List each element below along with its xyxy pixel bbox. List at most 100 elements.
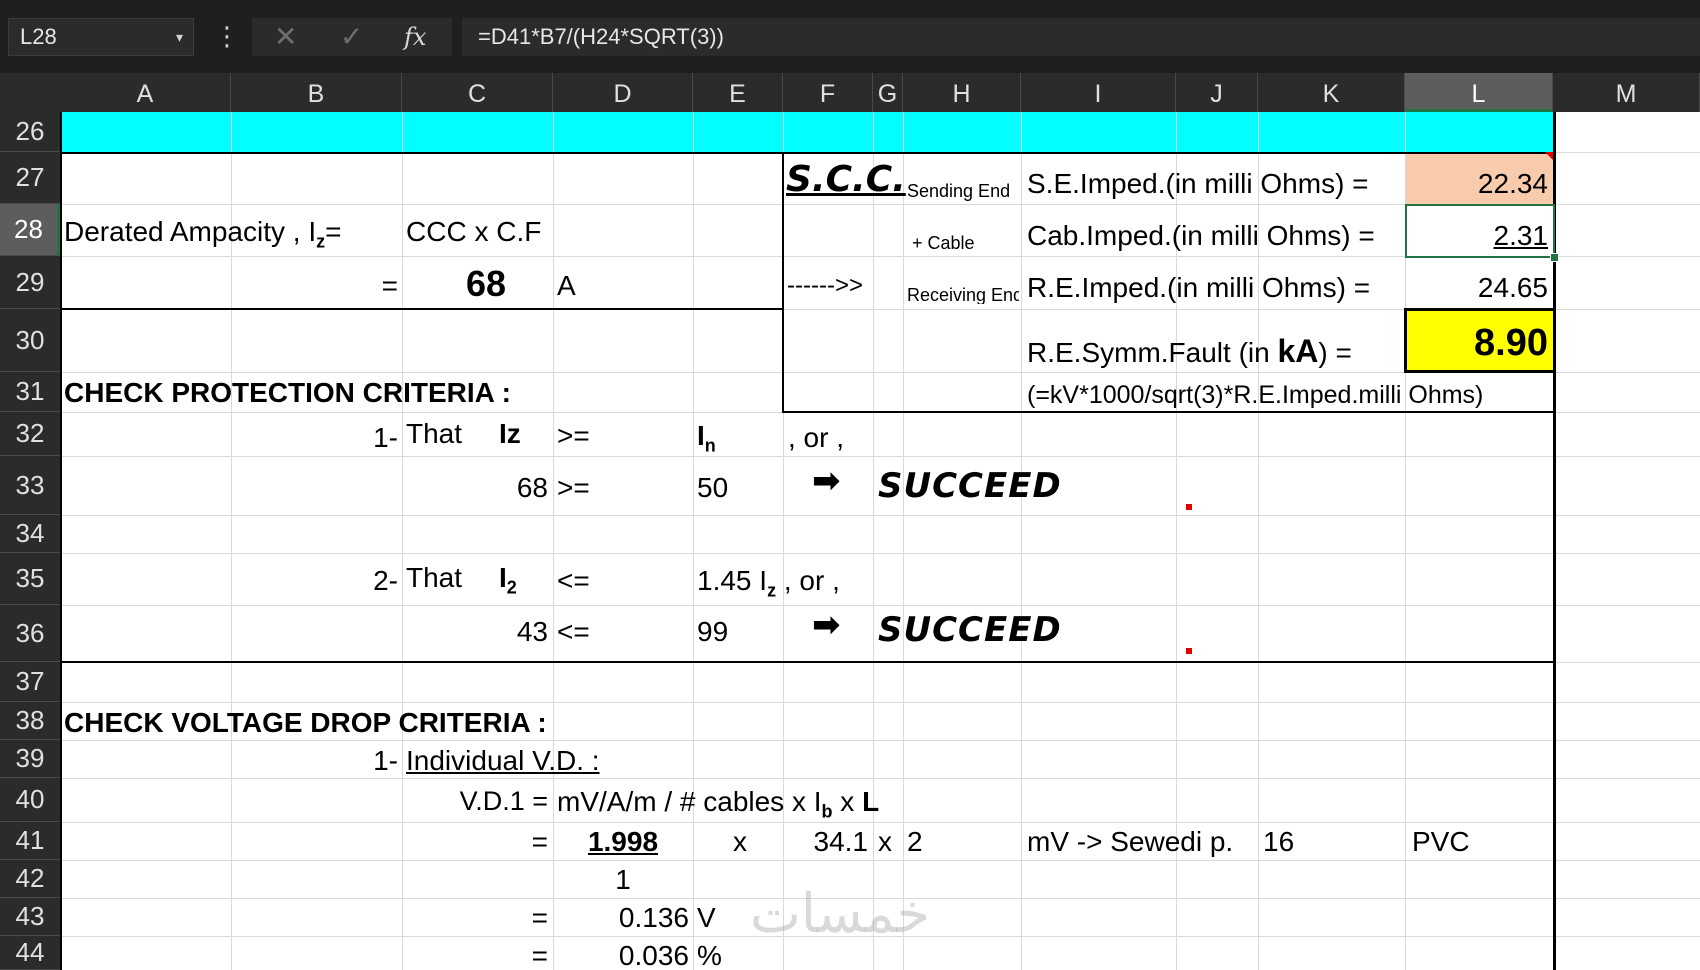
re-imped-value: 24.65 [1477, 272, 1548, 303]
insulation-type: PVC [1412, 826, 1470, 857]
row-header-30[interactable]: 30 [0, 309, 60, 372]
criterion-2-limit: 1.45 Iz , or , [697, 565, 840, 601]
column-header-f[interactable]: F [783, 73, 873, 112]
banner-fill [60, 112, 1553, 152]
criterion-1-or: , or , [788, 422, 845, 453]
row-header-34[interactable]: 34 [0, 515, 60, 553]
criterion-2-that: That [406, 562, 463, 593]
border [60, 152, 1555, 154]
criterion-1-number: 1- [373, 422, 398, 453]
re-symm-fault-label: R.E.Symm.Fault (in kA) = [1027, 333, 1352, 369]
row-headers: 26 27 28 29 30 31 32 33 34 35 36 37 38 3… [0, 112, 60, 970]
row-header-26[interactable]: 26 [0, 112, 60, 152]
receiving-end-label: Receiving End [907, 286, 1019, 304]
derated-ampacity-label: Derated Ampacity , Iz= [64, 216, 342, 252]
column-header-c[interactable]: C [402, 73, 553, 112]
row-header-40[interactable]: 40 [0, 778, 60, 822]
equals-sign: = [531, 826, 548, 857]
column-header-d[interactable]: D [553, 73, 693, 112]
column-header-i[interactable]: I [1021, 73, 1176, 112]
chevron-down-icon[interactable]: ▾ [176, 19, 183, 55]
derated-ampacity-value: 68 [465, 263, 506, 304]
row-header-32[interactable]: 32 [0, 412, 60, 456]
percent-unit: % [697, 940, 722, 970]
cable-count: 1 [615, 864, 631, 895]
criterion-1-that: That [406, 418, 463, 449]
arrow-text: ------>> [787, 272, 863, 299]
ampere-unit: A [557, 270, 576, 301]
criterion-2-limit-value: 99 [697, 616, 729, 647]
enter-icon[interactable]: ✓ [340, 18, 363, 56]
fill-handle[interactable] [1550, 253, 1559, 262]
border [1404, 370, 1555, 373]
formula-input[interactable]: =D41*B7/(H24*SQRT(3)) [462, 18, 1700, 56]
row-header-29[interactable]: 29 [0, 256, 60, 309]
vd-volts-value: 0.136 [618, 902, 689, 933]
criterion-2-operator: <= [557, 565, 590, 596]
row-header-31[interactable]: 31 [0, 372, 60, 412]
column-header-m[interactable]: M [1553, 73, 1700, 112]
row-header-38[interactable]: 38 [0, 702, 60, 740]
row-header-44[interactable]: 44 [0, 936, 60, 970]
cancel-icon[interactable]: ✕ [274, 18, 297, 56]
row-header-33[interactable]: 33 [0, 456, 60, 515]
row-header-28[interactable]: 28 [0, 204, 60, 256]
criterion-2-i2: I2 [499, 562, 517, 598]
row-header-37[interactable]: 37 [0, 662, 60, 702]
column-header-k[interactable]: K [1258, 73, 1405, 112]
column-header-l[interactable]: L [1405, 73, 1553, 112]
insert-function-icon[interactable]: fx [404, 18, 426, 56]
column-header-g[interactable]: G [873, 73, 903, 112]
more-options-icon[interactable]: ⋮ [214, 18, 240, 54]
criterion-1-result: SUCCEED [878, 466, 1062, 506]
criterion-1-in: In [697, 420, 716, 456]
row-header-43[interactable]: 43 [0, 898, 60, 936]
border [1404, 308, 1555, 311]
active-cell-selection[interactable] [1405, 204, 1555, 258]
column-header-e[interactable]: E [693, 73, 783, 112]
name-box[interactable]: L28 ▾ [8, 18, 194, 56]
column-header-b[interactable]: B [231, 73, 402, 112]
column-header-a[interactable]: A [60, 73, 231, 112]
vd-1-number: 1- [373, 745, 398, 776]
column-header-h[interactable]: H [903, 73, 1021, 112]
arrow-right-icon: ➡ [812, 606, 841, 644]
row-header-27[interactable]: 27 [0, 152, 60, 204]
column-headers: A B C D E F G H I J K L M [0, 73, 1700, 112]
se-imped-label: S.E.Imped.(in milli Ohms) = [1027, 168, 1369, 199]
criterion-1-iz-value: 68 [516, 472, 548, 503]
comment-indicator-icon[interactable] [1545, 152, 1553, 160]
mv-a-m-value: 1.998 [587, 826, 659, 857]
vd-formula: mV/A/m / # cables x Ib x L [557, 786, 880, 822]
border [60, 661, 1555, 663]
criterion-1-operator-value: >= [557, 472, 590, 503]
red-marker [1186, 648, 1192, 654]
row-header-39[interactable]: 39 [0, 740, 60, 778]
name-box-value: L28 [20, 24, 57, 49]
sewedi-reference: mV -> Sewedi p. [1027, 826, 1234, 857]
criterion-2-number: 2- [373, 565, 398, 596]
re-imped-label: R.E.Imped.(in milli Ohms) = [1027, 272, 1371, 303]
border [60, 308, 783, 310]
equals-sign: = [531, 902, 548, 933]
voltage-drop-heading: CHECK VOLTAGE DROP CRITERIA : [64, 707, 547, 738]
spreadsheet-grid[interactable]: Derated Ampacity , Iz= CCC x C.F = 68 A … [60, 112, 1700, 970]
plus-cable-label: + Cable [912, 233, 975, 253]
re-symm-fault-value: 8.90 [1474, 322, 1548, 364]
row-header-42[interactable]: 42 [0, 860, 60, 898]
criterion-1-in-value: 50 [697, 472, 729, 503]
row-header-35[interactable]: 35 [0, 553, 60, 605]
protection-criteria-heading: CHECK PROTECTION CRITERIA : [64, 377, 511, 408]
criterion-2-i2-value: 43 [516, 616, 548, 647]
vd-percent-value: 0.036 [618, 940, 689, 970]
equals-sign: = [381, 270, 398, 301]
sewedi-page: 16 [1263, 826, 1295, 857]
equals-sign: = [531, 940, 548, 970]
ib-value: 34.1 [813, 826, 869, 857]
row-header-41[interactable]: 41 [0, 822, 60, 860]
volt-unit: V [697, 902, 716, 933]
column-header-j[interactable]: J [1176, 73, 1258, 112]
se-imped-value: 22.34 [1477, 168, 1548, 199]
row-header-36[interactable]: 36 [0, 605, 60, 662]
border [60, 112, 62, 970]
